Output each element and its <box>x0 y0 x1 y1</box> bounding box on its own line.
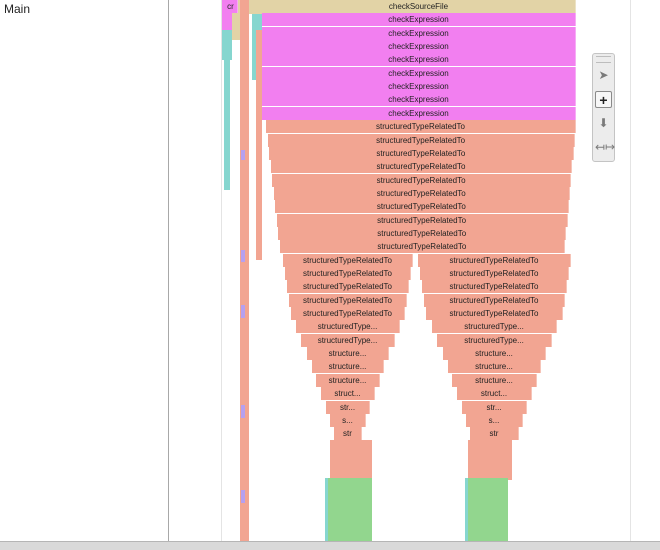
frame-left-branch[interactable]: struct... <box>321 387 375 401</box>
frame-left-branch[interactable]: structuredType... <box>301 333 395 347</box>
deep-stack <box>325 478 328 541</box>
frame-left-branch[interactable]: str... <box>326 400 370 414</box>
fit-width-icon[interactable]: ↤↦ <box>595 139 615 156</box>
gridline <box>630 0 631 541</box>
frame-structuredtyperelatedto[interactable]: structuredTypeRelatedTo <box>270 160 573 174</box>
drag-grip-icon[interactable] <box>596 56 611 63</box>
frame-structuredtyperelatedto[interactable]: structuredTypeRelatedTo <box>275 200 569 214</box>
deep-stack <box>330 440 372 480</box>
cursor-arrow-icon[interactable]: ➤ <box>595 67 612 84</box>
pan-down-icon[interactable]: ⬇ <box>595 115 612 132</box>
stack-strip <box>241 490 245 503</box>
frame-left-branch[interactable]: s... <box>330 413 366 427</box>
deep-stack <box>465 478 468 541</box>
frame-right-branch[interactable]: str... <box>462 400 527 414</box>
frame-checkexpression[interactable]: checkExpression <box>262 66 576 80</box>
frame-left-branch[interactable]: structuredTypeRelatedTo <box>291 307 405 321</box>
zoom-in-icon[interactable]: + <box>595 91 612 108</box>
frame-right-branch[interactable]: structuredTypeRelatedTo <box>424 293 565 307</box>
frame-cr[interactable]: cr <box>224 0 238 13</box>
frame-structuredtyperelatedto[interactable]: structuredTypeRelatedTo <box>266 120 576 134</box>
frame-right-branch[interactable]: structure... <box>452 373 537 387</box>
track-label-main: Main <box>4 2 31 16</box>
frame-structuredtyperelatedto[interactable]: structuredTypeRelatedTo <box>272 173 572 187</box>
frame-right-branch[interactable]: structure... <box>448 360 541 374</box>
stack-strip <box>224 60 230 190</box>
frame-left-branch[interactable]: structure... <box>316 373 380 387</box>
frame-structuredtyperelatedto[interactable]: structuredTypeRelatedTo <box>276 213 568 227</box>
stack-strip <box>222 30 232 60</box>
frame-right-branch[interactable]: str <box>470 427 519 441</box>
frame-left-branch[interactable]: structure... <box>312 360 384 374</box>
deep-stack <box>466 478 508 541</box>
frame-checkexpression[interactable]: checkExpression <box>262 106 576 120</box>
frame-structuredtyperelatedto[interactable]: structuredTypeRelatedTo <box>279 240 566 254</box>
deep-stack <box>326 478 372 541</box>
zoom-controls: ➤ + ⬇ ↤↦ <box>592 53 615 162</box>
frame-checkexpression[interactable]: checkExpression <box>262 13 576 27</box>
frame-left-branch[interactable]: structuredTypeRelatedTo <box>289 293 407 307</box>
stack-strip <box>240 0 249 541</box>
frame-checkexpression[interactable]: checkExpression <box>262 80 576 94</box>
stack-strip <box>241 305 245 318</box>
frame-structuredtyperelatedto[interactable]: structuredTypeRelatedTo <box>267 133 575 147</box>
frame-right-branch[interactable]: structuredTypeRelatedTo <box>426 307 563 321</box>
frame-right-branch[interactable]: structure... <box>443 347 546 361</box>
frame-checksourcefile[interactable]: checkSourceFile <box>262 0 576 13</box>
stack-strip <box>241 150 245 160</box>
frame-right-branch[interactable]: structuredTypeRelatedTo <box>422 280 567 294</box>
frame-left-branch[interactable]: str <box>334 427 362 441</box>
frame-right-branch[interactable]: s... <box>466 413 523 427</box>
frame-right-branch[interactable]: structuredTypeRelatedTo <box>420 267 569 280</box>
frame-left-branch[interactable]: structuredTypeRelatedTo <box>287 280 409 294</box>
flame-chart[interactable]: cr checkSourceFile checkExpression checkExp… <box>169 0 660 541</box>
frame-structuredtyperelatedto[interactable]: structuredTypeRelatedTo <box>273 186 570 200</box>
frame-checkexpression[interactable]: checkExpression <box>262 40 576 54</box>
frame-right-branch[interactable]: structuredTypeRelatedTo <box>418 253 571 267</box>
frame-right-branch[interactable]: struct... <box>457 387 532 401</box>
gridline <box>221 0 222 541</box>
track-label-panel: Main <box>0 0 169 541</box>
frame-right-branch[interactable]: structuredType... <box>432 320 557 334</box>
frame-right-branch[interactable]: structuredType... <box>437 333 552 347</box>
frame-left-branch[interactable]: structuredTypeRelatedTo <box>285 267 411 280</box>
frame-left-branch[interactable]: structure... <box>307 347 389 361</box>
frame-structuredtyperelatedto[interactable]: structuredTypeRelatedTo <box>269 146 574 160</box>
frame-checkexpression[interactable]: checkExpression <box>262 26 576 40</box>
frame-checkexpression[interactable]: checkExpression <box>262 53 576 67</box>
frame-checkexpression[interactable]: checkExpression <box>262 93 576 107</box>
stack-strip <box>241 405 245 418</box>
frame-structuredtyperelatedto[interactable]: structuredTypeRelatedTo <box>278 226 567 240</box>
frame-left-branch[interactable]: structuredTypeRelatedTo <box>283 253 413 267</box>
deep-stack <box>468 440 512 480</box>
stack-strip <box>249 0 262 14</box>
stack-strip <box>241 250 245 262</box>
frame-left-branch[interactable]: structuredType... <box>296 320 400 334</box>
